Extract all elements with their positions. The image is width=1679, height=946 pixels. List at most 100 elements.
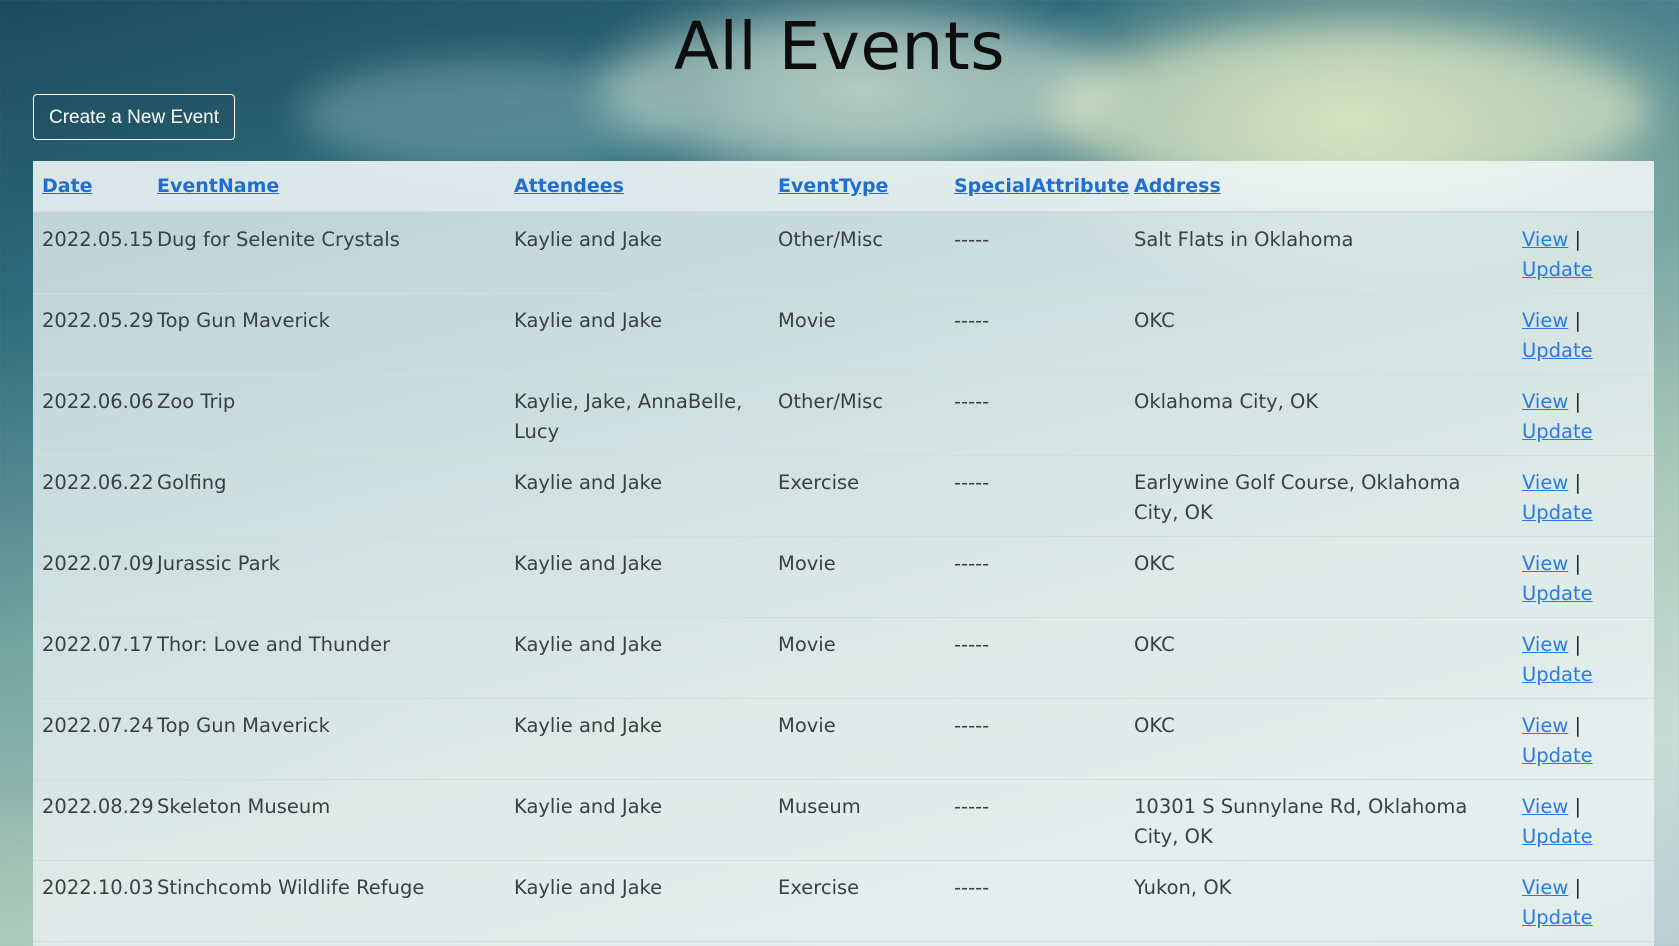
cell-event-type: Museum [778, 794, 861, 818]
cell-event-type: Other/Misc [778, 389, 884, 413]
sort-special-attribute-link[interactable]: SpecialAttribute [954, 175, 1129, 197]
action-separator: | [1574, 632, 1582, 656]
cell-attendees: Kaylie, Jake, AnnaBelle, Lucy [514, 389, 743, 443]
table-row: 2022.07.17 Thor: Love and Thunder Kaylie… [33, 617, 1654, 698]
cell-event-name: Stinchcomb Wildlife Refuge [157, 875, 425, 899]
cell-date: 2022.06.22 [42, 470, 154, 494]
update-link[interactable]: Update [1522, 582, 1593, 605]
table-row: 2022.05.15 Dug for Selenite Crystals Kay… [33, 212, 1654, 293]
view-link[interactable]: View [1522, 309, 1568, 332]
cell-event-name: Dug for Selenite Crystals [157, 228, 400, 251]
cell-actions: View | Update [1513, 779, 1654, 860]
cell-date: 2022.07.17 [42, 632, 154, 656]
update-link[interactable]: Update [1522, 339, 1593, 362]
cell-special-attribute: ----- [954, 875, 990, 899]
cell-address: OKC [1134, 308, 1175, 332]
table-header: Date EventName Attendees EventType Speci… [33, 161, 1654, 213]
cell-event-name: Golfing [157, 470, 227, 494]
cell-event-type: Exercise [778, 875, 860, 899]
cell-date: 2022.06.06 [42, 389, 154, 413]
sort-event-type-link[interactable]: EventType [778, 175, 888, 197]
cell-address: Oklahoma City, OK [1134, 389, 1319, 413]
cell-attendees: Kaylie and Jake [514, 551, 663, 575]
cell-attendees: Kaylie and Jake [514, 228, 663, 251]
update-link[interactable]: Update [1522, 420, 1593, 443]
cell-attendees: Kaylie and Jake [514, 794, 663, 818]
cell-event-name: Zoo Trip [157, 389, 236, 413]
table-header-row: Date EventName Attendees EventType Speci… [33, 161, 1654, 213]
table-row: 2022.06.22 Golfing Kaylie and Jake Exerc… [33, 455, 1654, 536]
table-body: 2022.05.15 Dug for Selenite Crystals Kay… [33, 212, 1654, 941]
cell-address: Salt Flats in Oklahoma [1134, 228, 1354, 251]
view-link[interactable]: View [1522, 552, 1568, 575]
cell-actions: View | Update [1513, 617, 1654, 698]
view-link[interactable]: View [1522, 714, 1568, 737]
action-separator: | [1574, 308, 1582, 332]
update-link[interactable]: Update [1522, 663, 1593, 686]
header-attendees: Attendees [505, 161, 769, 213]
cell-date: 2022.08.29 [42, 794, 154, 818]
table-row: 2022.05.29 Top Gun Maverick Kaylie and J… [33, 293, 1654, 374]
cell-event-type: Movie [778, 551, 836, 575]
cell-event-name: Top Gun Maverick [157, 308, 330, 332]
page-title: All Events [673, 8, 1006, 85]
cell-date: 2022.10.03 [42, 875, 154, 899]
action-separator: | [1574, 875, 1582, 899]
table-row: 2022.07.09 Jurassic Park Kaylie and Jake… [33, 536, 1654, 617]
cell-actions: View | Update [1513, 212, 1654, 293]
view-link[interactable]: View [1522, 633, 1568, 656]
cell-actions: View | Update [1513, 698, 1654, 779]
cell-event-type: Exercise [778, 470, 860, 494]
cell-attendees: Kaylie and Jake [514, 875, 663, 899]
cell-address: OKC [1134, 713, 1175, 737]
table-row: 2022.10.03 Stinchcomb Wildlife Refuge Ka… [33, 860, 1654, 941]
cell-address: 10301 S Sunnylane Rd, Oklahoma City, OK [1134, 794, 1468, 848]
cell-date: 2022.07.24 [42, 713, 154, 737]
cell-special-attribute: ----- [954, 389, 990, 413]
update-link[interactable]: Update [1522, 825, 1593, 848]
sort-attendees-link[interactable]: Attendees [514, 175, 624, 197]
cell-address: Earlywine Golf Course, Oklahoma City, OK [1134, 470, 1461, 524]
view-link[interactable]: View [1522, 795, 1568, 818]
cell-event-type: Movie [778, 308, 836, 332]
view-link[interactable]: View [1522, 471, 1568, 494]
sort-address-link[interactable]: Address [1134, 175, 1221, 197]
cell-attendees: Kaylie and Jake [514, 308, 663, 332]
cell-actions: View | Update [1513, 374, 1654, 455]
cell-event-type: Movie [778, 632, 836, 656]
update-link[interactable]: Update [1522, 906, 1593, 929]
events-table: Date EventName Attendees EventType Speci… [33, 161, 1654, 942]
update-link[interactable]: Update [1522, 744, 1593, 767]
cell-special-attribute: ----- [954, 794, 990, 818]
action-separator: | [1574, 551, 1582, 575]
cell-actions: View | Update [1513, 536, 1654, 617]
view-link[interactable]: View [1522, 390, 1568, 413]
action-separator: | [1574, 228, 1582, 251]
update-link[interactable]: Update [1522, 258, 1593, 281]
cell-event-name: Jurassic Park [157, 551, 280, 575]
cell-special-attribute: ----- [954, 470, 990, 494]
update-link[interactable]: Update [1522, 501, 1593, 524]
cell-actions: View | Update [1513, 455, 1654, 536]
sort-event-name-link[interactable]: EventName [157, 175, 279, 197]
create-new-event-button[interactable]: Create a New Event [33, 94, 236, 140]
header-address: Address [1125, 161, 1513, 213]
cell-special-attribute: ----- [954, 551, 990, 575]
sort-date-link[interactable]: Date [42, 175, 93, 197]
action-separator: | [1574, 794, 1582, 818]
action-separator: | [1574, 713, 1582, 737]
cell-attendees: Kaylie and Jake [514, 470, 663, 494]
cell-actions: View | Update [1513, 860, 1654, 941]
view-link[interactable]: View [1522, 228, 1568, 251]
cell-event-type: Movie [778, 713, 836, 737]
table-row: 2022.06.06 Zoo Trip Kaylie, Jake, AnnaBe… [33, 374, 1654, 455]
header-event-type: EventType [769, 161, 945, 213]
table-row: 2022.07.24 Top Gun Maverick Kaylie and J… [33, 698, 1654, 779]
cell-address: OKC [1134, 551, 1175, 575]
cell-date: 2022.05.29 [42, 308, 154, 332]
events-table-container: Date EventName Attendees EventType Speci… [33, 161, 1654, 946]
cell-address: OKC [1134, 632, 1175, 656]
cell-event-name: Top Gun Maverick [157, 713, 330, 737]
view-link[interactable]: View [1522, 876, 1568, 899]
cell-attendees: Kaylie and Jake [514, 713, 663, 737]
